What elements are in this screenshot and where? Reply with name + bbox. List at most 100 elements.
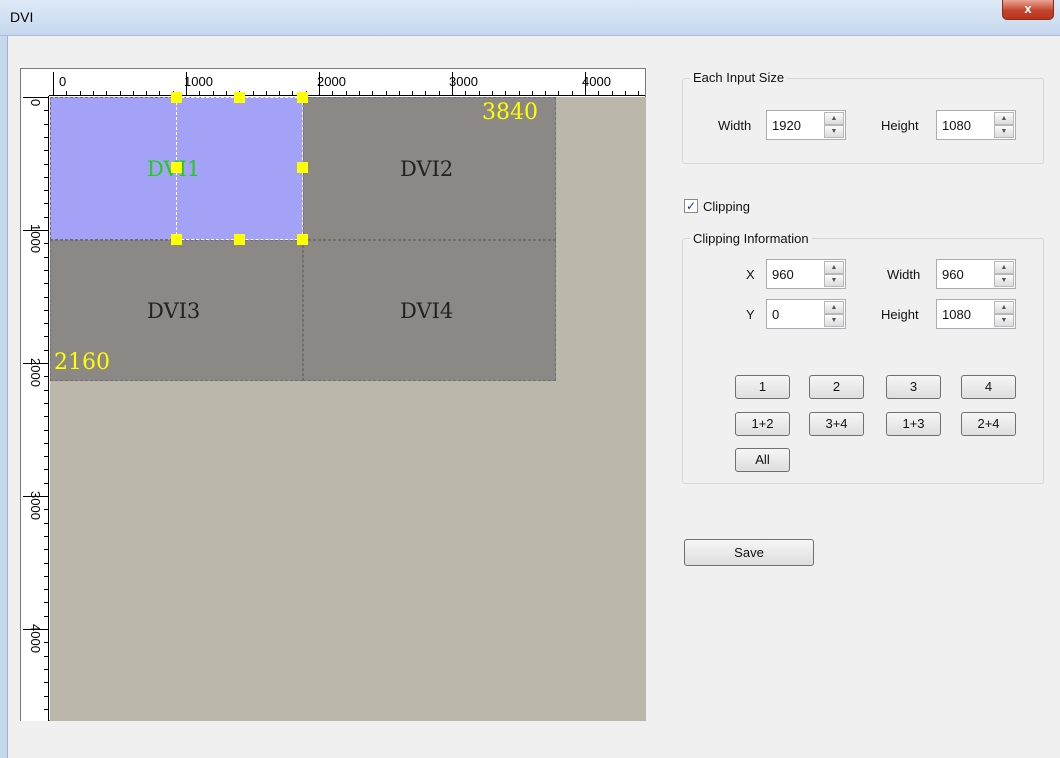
ruler-tick xyxy=(398,91,400,96)
spin-up-icon[interactable]: ▲ xyxy=(824,261,844,274)
clip-button-all[interactable]: All xyxy=(735,448,790,472)
spin-down-icon[interactable]: ▼ xyxy=(824,125,844,138)
ruler-top-label: 2000 xyxy=(317,74,346,89)
ruler-tick xyxy=(44,190,49,192)
clip-height-label: Height xyxy=(881,307,919,322)
spin-down-icon[interactable]: ▼ xyxy=(994,314,1014,327)
ruler-tick xyxy=(44,123,49,125)
ruler-tick xyxy=(438,91,440,96)
input-size-group-title: Each Input Size xyxy=(690,70,788,85)
ruler-left-label: 0 xyxy=(28,99,43,107)
spin-up-icon[interactable]: ▲ xyxy=(824,301,844,314)
ruler-tick xyxy=(624,91,626,96)
resize-handle[interactable] xyxy=(297,92,308,103)
ruler-tick xyxy=(44,323,49,325)
ruler-tick xyxy=(66,91,68,96)
window-frame-left xyxy=(0,36,8,758)
window-title: DVI xyxy=(10,9,34,25)
checkmark-icon: ✓ xyxy=(685,199,697,213)
ruler-tick xyxy=(611,91,613,96)
resize-handle[interactable] xyxy=(234,92,245,103)
ruler-tick xyxy=(44,549,49,551)
ruler-tick xyxy=(44,136,49,138)
spin-down-icon[interactable]: ▼ xyxy=(994,274,1014,287)
clipping-selection[interactable] xyxy=(176,97,303,240)
ruler-tick xyxy=(53,72,54,96)
ruler-tick xyxy=(44,296,49,298)
ruler-tick xyxy=(332,91,334,96)
clip-y-value: 0 xyxy=(772,307,780,322)
resize-handle[interactable] xyxy=(171,92,182,103)
ruler-tick xyxy=(252,91,254,96)
ruler-tick xyxy=(44,336,49,338)
resize-handle[interactable] xyxy=(297,234,308,245)
ruler-tick xyxy=(44,269,49,271)
ruler-tick xyxy=(132,91,134,96)
spin-up-icon[interactable]: ▲ xyxy=(824,112,844,125)
ruler-tick xyxy=(44,562,49,564)
clip-button-1-2[interactable]: 1+2 xyxy=(735,412,790,436)
ruler-tick xyxy=(44,456,49,458)
input-width-spinbox[interactable]: 1920 ▲ ▼ xyxy=(766,110,846,140)
ruler-tick xyxy=(44,349,49,351)
clip-button-3-4[interactable]: 3+4 xyxy=(809,412,864,436)
ruler-tick xyxy=(44,416,49,418)
ruler-tick xyxy=(44,309,49,311)
ruler-tick xyxy=(225,91,227,96)
screen-label: DVI3 xyxy=(147,299,201,323)
ruler-tick xyxy=(44,482,49,484)
input-height-label: Height xyxy=(881,118,919,133)
spin-up-icon[interactable]: ▲ xyxy=(994,112,1014,125)
input-height-value: 1080 xyxy=(942,118,971,133)
ruler-tick xyxy=(44,150,49,152)
save-button[interactable]: Save xyxy=(684,539,814,566)
clip-button-2-4[interactable]: 2+4 xyxy=(961,412,1016,436)
clip-width-value: 960 xyxy=(942,267,964,282)
ruler-tick xyxy=(545,91,547,96)
ruler-tick xyxy=(44,695,49,697)
clip-button-3[interactable]: 3 xyxy=(886,375,941,399)
clip-x-spinbox[interactable]: 960 ▲ ▼ xyxy=(766,259,846,289)
ruler-tick xyxy=(358,91,360,96)
clip-y-spinbox[interactable]: 0 ▲ ▼ xyxy=(766,299,846,329)
work-area: DVI1 DVI2 DVI3 DVI4 3840 2160 xyxy=(50,92,646,721)
ruler-tick xyxy=(558,91,560,96)
ruler-tick xyxy=(44,589,49,591)
screen-dvi4[interactable]: DVI4 xyxy=(303,240,556,381)
ruler-tick xyxy=(44,522,49,524)
total-width-label: 3840 xyxy=(482,100,538,125)
ruler-tick xyxy=(319,72,320,96)
clip-button-1-3[interactable]: 1+3 xyxy=(886,412,941,436)
ruler-tick xyxy=(44,243,49,245)
clip-width-spinbox[interactable]: 960 ▲ ▼ xyxy=(936,259,1016,289)
ruler-tick xyxy=(478,91,480,96)
ruler-tick xyxy=(372,91,374,96)
clip-button-1[interactable]: 1 xyxy=(735,375,790,399)
ruler-tick xyxy=(412,91,414,96)
input-height-spinbox[interactable]: 1080 ▲ ▼ xyxy=(936,110,1016,140)
close-button[interactable]: x xyxy=(1002,0,1054,20)
ruler-tick xyxy=(79,91,81,96)
ruler-tick xyxy=(44,402,49,404)
clip-height-spinbox[interactable]: 1080 ▲ ▼ xyxy=(936,299,1016,329)
resize-handle[interactable] xyxy=(297,162,308,173)
clip-button-4[interactable]: 4 xyxy=(961,375,1016,399)
spin-up-icon[interactable]: ▲ xyxy=(994,301,1014,314)
clipping-checkbox[interactable]: ✓ xyxy=(684,199,698,213)
spin-down-icon[interactable]: ▼ xyxy=(824,314,844,327)
resize-handle[interactable] xyxy=(171,234,182,245)
resize-handle[interactable] xyxy=(234,234,245,245)
spin-down-icon[interactable]: ▼ xyxy=(994,125,1014,138)
ruler-tick xyxy=(265,91,267,96)
ruler-tick xyxy=(279,91,281,96)
clip-button-2[interactable]: 2 xyxy=(809,375,864,399)
clipping-info-group-title: Clipping Information xyxy=(690,231,812,246)
ruler-tick xyxy=(44,203,49,205)
ruler-tick xyxy=(23,363,49,364)
ruler-tick xyxy=(638,91,640,96)
resize-handle[interactable] xyxy=(171,162,182,173)
ruler-tick xyxy=(92,91,94,96)
ruler-tick xyxy=(23,97,49,98)
spin-up-icon[interactable]: ▲ xyxy=(994,261,1014,274)
spin-down-icon[interactable]: ▼ xyxy=(824,274,844,287)
